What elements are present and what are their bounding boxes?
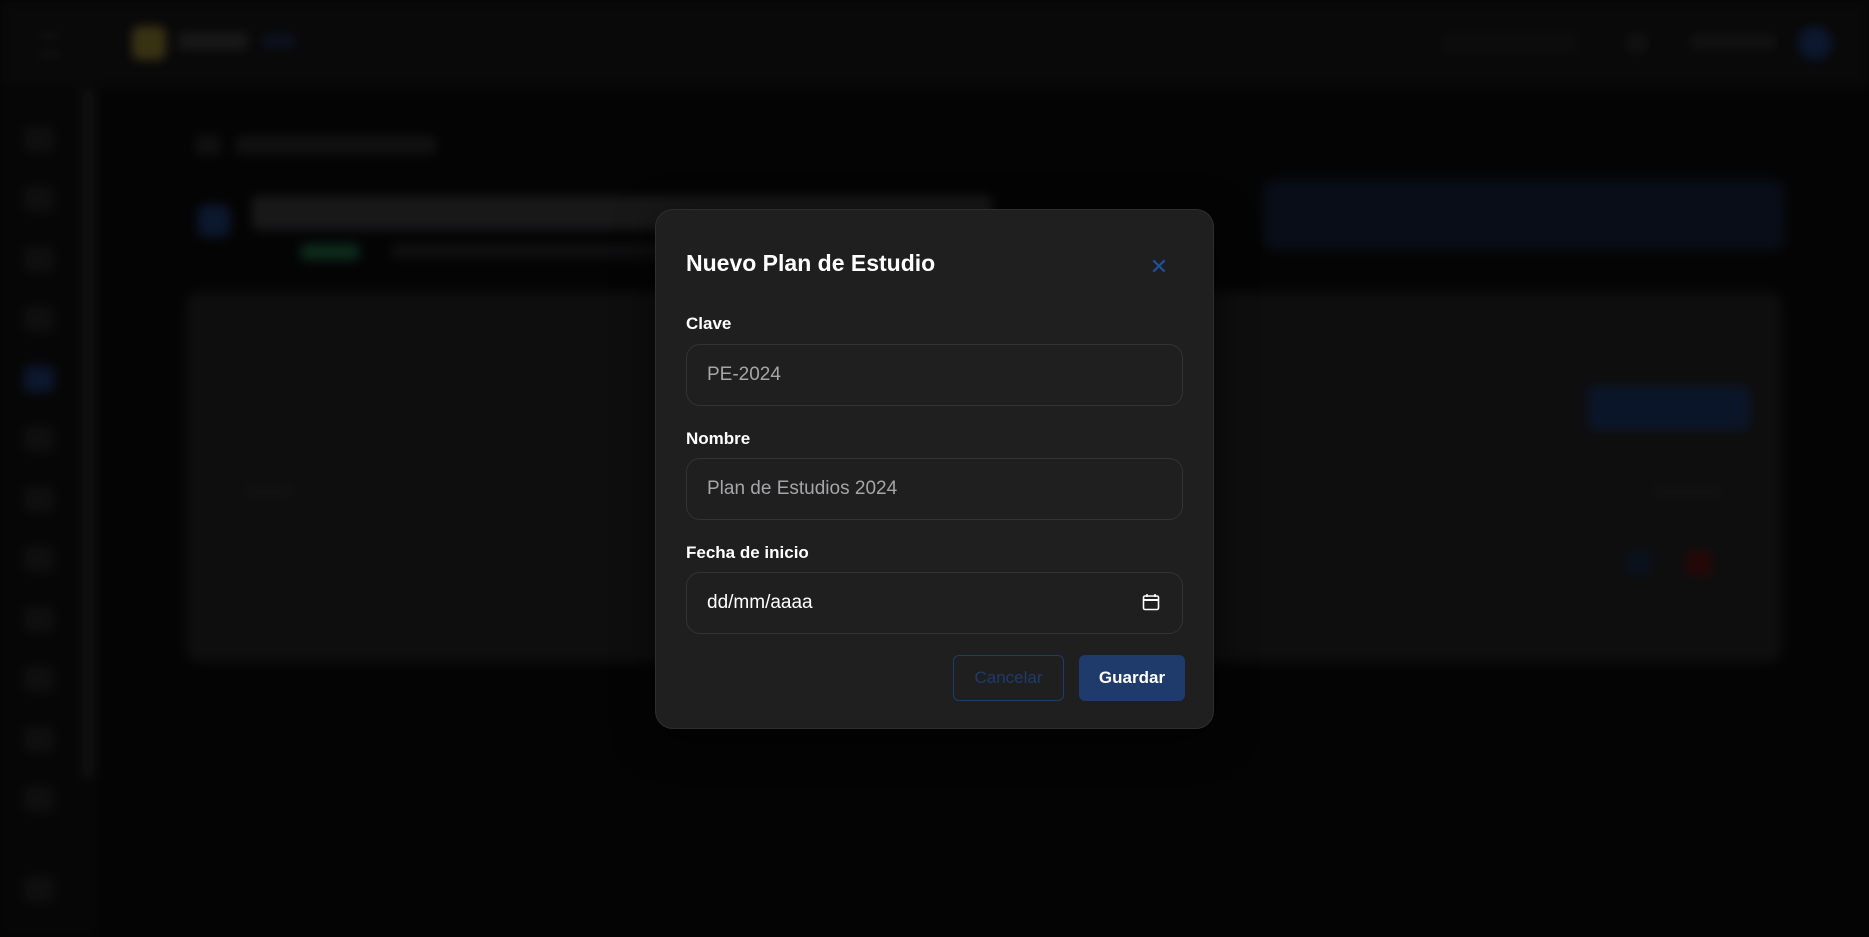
save-button[interactable]: Guardar — [1079, 655, 1185, 701]
fecha-input[interactable]: dd/mm/aaaa — [686, 572, 1183, 634]
modal-title: Nuevo Plan de Estudio — [686, 250, 936, 276]
fecha-label: Fecha de inicio — [686, 543, 809, 562]
nombre-label: Nombre — [686, 429, 751, 448]
calendar-icon[interactable] — [1142, 593, 1160, 611]
fecha-placeholder: dd/mm/aaaa — [707, 592, 813, 613]
nombre-input[interactable] — [686, 458, 1183, 520]
cancel-button[interactable]: Cancelar — [953, 655, 1064, 701]
new-plan-modal: Nuevo Plan de Estudio ✕ Clave Nombre Fec… — [655, 209, 1214, 729]
close-icon[interactable]: ✕ — [1146, 254, 1172, 280]
clave-label: Clave — [686, 314, 732, 333]
clave-input[interactable] — [686, 344, 1183, 406]
